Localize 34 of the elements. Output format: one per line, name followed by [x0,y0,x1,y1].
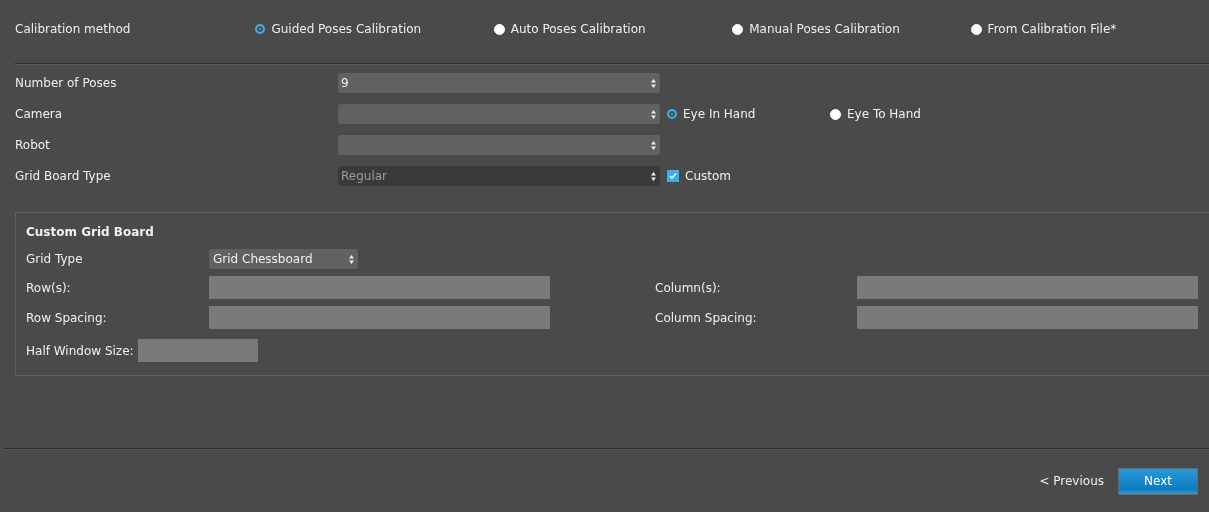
input-field[interactable] [857,276,1198,299]
input-field[interactable] [857,306,1198,329]
radio-option[interactable]: Auto Poses Calibration [493,22,733,36]
spinner-arrows-icon [651,171,656,181]
input-field[interactable] [209,306,550,329]
field-label: Row Spacing: [26,310,108,325]
field-label: Half Window Size: [26,343,134,358]
dropdown[interactable] [338,135,660,155]
spinner-arrows-icon [349,254,354,264]
spinner-arrows-icon [651,78,656,88]
group-title: Custom Grid Board [26,225,155,239]
field-label: Column Spacing: [655,310,758,325]
radio-option[interactable]: Manual Poses Calibration [732,22,971,36]
radio-option[interactable]: Eye To Hand [830,107,986,121]
field-label: Robot [15,138,51,152]
input-field[interactable] [137,339,258,362]
field-label: Grid Board Type [15,169,112,183]
field-label: Grid Type [26,252,84,266]
field-label: Number of Poses [15,76,118,90]
dropdown[interactable]: 9 [338,73,660,93]
field-label: Row(s): [26,280,72,295]
previous-button[interactable]: < Previous [1039,474,1104,488]
dropdown[interactable]: Grid Chessboard [209,249,358,269]
dropdown[interactable] [338,104,660,124]
next-button[interactable]: Next [1118,467,1198,495]
field-label: Camera [15,107,64,121]
field-label: Calibration method [15,22,132,36]
field-label: Column(s): [655,280,722,295]
radio-option[interactable]: Eye In Hand [667,107,823,121]
spinner-arrows-icon [651,109,656,119]
spinner-arrows-icon [651,140,656,150]
radio-option[interactable]: Guided Poses Calibration [255,22,494,36]
radio-option[interactable]: From Calibration File* [970,22,1209,36]
input-field[interactable] [209,276,550,299]
